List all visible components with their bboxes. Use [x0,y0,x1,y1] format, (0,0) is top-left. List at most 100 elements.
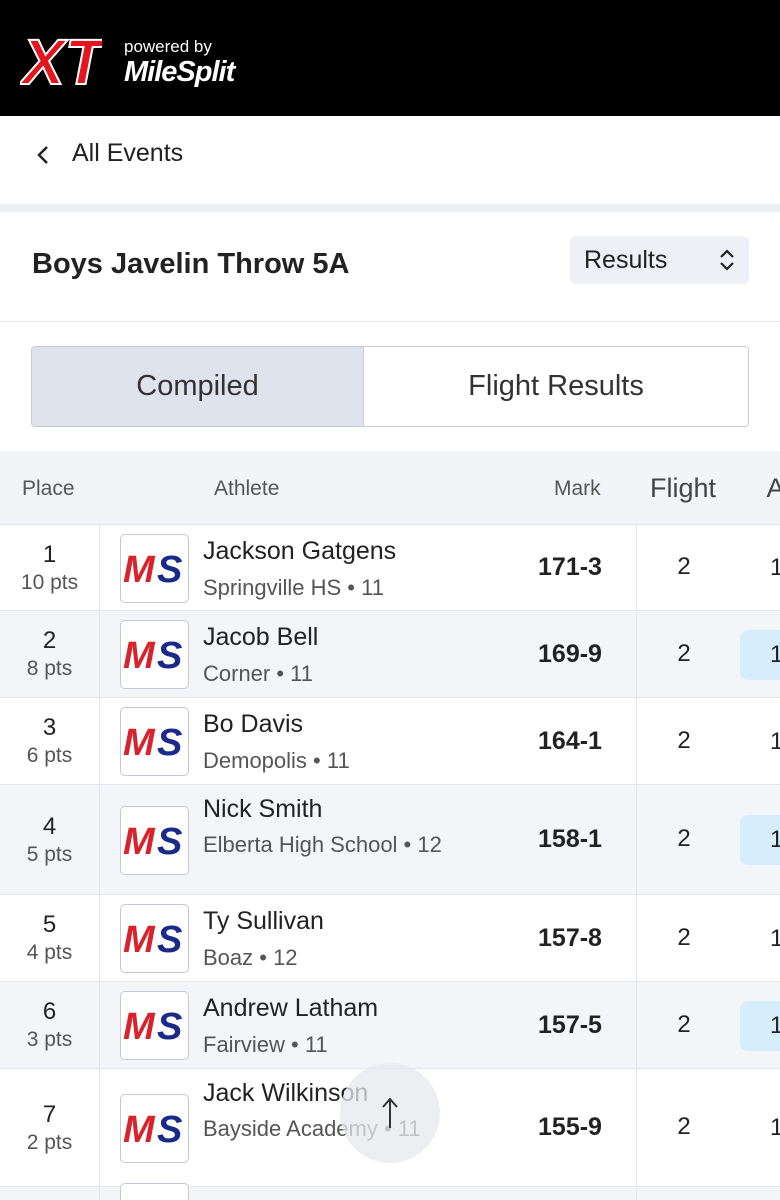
svg-text:S: S [157,919,182,957]
place-cell: 72 pts [0,1069,100,1186]
place-number: 2 [42,627,57,654]
team-logo: MS [120,1183,189,1200]
attempt-value [740,1192,780,1200]
milesplit-ms-logo: MS [123,722,182,760]
svg-text:S: S [157,821,182,859]
table-row[interactable]: 3 6 pts M S Bo Davis Demopolis • 11 164-1 2 1 [0,697,780,784]
svg-text:XT: XT [20,26,102,96]
flight-value: 2 [677,640,691,667]
table-row[interactable]: 8MSSimon Maley [0,1183,780,1200]
svg-text:S: S [157,722,182,760]
column-header-mark[interactable]: Mark [554,477,601,501]
place-cell: 45 pts [0,785,100,894]
column-divider [636,895,637,981]
place-number: 6 [42,998,57,1025]
svg-text:M: M [123,635,156,673]
column-header-athlete[interactable]: Athlete [214,477,279,501]
milesplit-logo: MileSplit [124,56,235,88]
flight-value: 2 [677,1011,691,1038]
chevron-left-icon[interactable] [34,144,52,166]
place-number: 4 [42,812,57,840]
up-down-chevron-icon [720,249,734,271]
milesplit-ms-logo: MS [123,919,182,957]
attempt-value: 1 [740,630,780,680]
athlete-team: Demopolis • 11 [203,748,350,773]
athlete-name[interactable]: Jacob Bell [203,623,318,652]
table-row[interactable]: 1 10 pts M S Jackson Gatgens Springville HS •… [0,524,780,610]
divider [0,321,780,322]
column-header-place[interactable]: Place [22,477,75,501]
milesplit-ms-logo: MS [123,635,182,673]
table-row[interactable]: 45 pts M S Nick Smith Elberta High School • … [0,784,780,894]
view-select-value: Results [584,246,668,274]
athlete-name[interactable]: Jackson Gatgens [203,537,396,566]
svg-text:M: M [123,1109,156,1147]
athlete-name[interactable]: Bo Davis [203,710,303,739]
athlete-name[interactable]: Ty Sullivan [203,907,324,936]
column-divider [636,611,637,697]
athlete-name[interactable]: Nick Smith [203,795,322,824]
svg-text:M: M [123,919,156,957]
attempt-value: 1 [770,925,780,952]
column-divider [636,785,637,894]
place-cell: 6 3 pts [0,982,100,1068]
column-divider [636,1069,637,1186]
place-number: 3 [42,714,57,741]
athlete-team: Boaz • 12 [203,945,298,970]
xt-logo[interactable]: XT [20,22,102,96]
mark-value: 169-9 [538,640,602,668]
place-cell: 1 10 pts [0,525,100,610]
attempt-value: 1 [770,554,780,581]
scroll-to-top-button[interactable] [340,1063,440,1163]
svg-text:S: S [157,1006,182,1044]
column-divider [636,525,637,610]
view-select[interactable]: Results [570,236,749,284]
column-divider [636,698,637,784]
attempt-value: 1 [770,1114,780,1141]
flight-value: 2 [677,727,691,754]
arrow-up-icon [382,1097,398,1128]
svg-text:M: M [123,1006,156,1044]
athlete-team: Springville HS • 11 [203,575,384,600]
mark-value: 171-3 [538,553,602,581]
powered-by-text: powered by [124,37,212,56]
table-row[interactable]: 2 8 pts M S Jacob Bell Corner • 11 169-9 2 1 [0,610,780,697]
tab-flight-results[interactable]: Flight Results [364,347,748,426]
athlete-team: Corner • 11 [203,661,314,686]
table-row[interactable]: 5 4 pts M S Ty Sullivan Boaz • 12 157-8 2 1 [0,894,780,981]
mark-value: 158-1 [538,825,602,853]
column-header-att[interactable]: Att [753,473,780,504]
attempt-value: 1 [770,728,780,755]
mark-value: 157-8 [538,924,602,952]
team-logo: MS [120,707,189,776]
attempt-value: 1 [740,815,780,865]
place-number: 1 [42,540,57,568]
all-events-link[interactable]: All Events [72,139,183,168]
place-points: 10 pts [20,570,79,594]
place-cell: 8 [0,1187,100,1200]
table-header: Place Athlete Mark Flight Att [0,451,780,524]
place-points: 3 pts [26,1028,73,1051]
milesplit-ms-logo: MS [123,549,182,587]
mark-value: 155-9 [538,1113,602,1141]
place-number: 7 [42,1100,57,1128]
mark-value: 164-1 [538,727,602,755]
flight-value: 2 [677,1113,691,1140]
team-logo: MS [120,904,189,973]
mark-value: 157-5 [538,1011,602,1039]
column-header-flight[interactable]: Flight [650,473,716,504]
place-points: 8 pts [26,657,73,680]
milesplit-ms-logo: MS [123,821,182,859]
tab-compiled[interactable]: Compiled [32,347,364,426]
column-divider [636,1187,637,1200]
svg-text:S: S [157,635,182,673]
place-points: 4 pts [26,941,73,964]
table-row[interactable]: 6 3 pts M S Andrew Latham Fairview • 11 157-5 2… [0,981,780,1068]
svg-text:S: S [157,549,182,587]
athlete-name[interactable]: Andrew Latham [203,994,378,1023]
milesplit-ms-logo: MS [123,1006,182,1044]
svg-text:M: M [123,722,156,760]
place-cell: 5 4 pts [0,895,100,981]
svg-text:M: M [123,821,156,859]
svg-text:S: S [157,1109,182,1147]
